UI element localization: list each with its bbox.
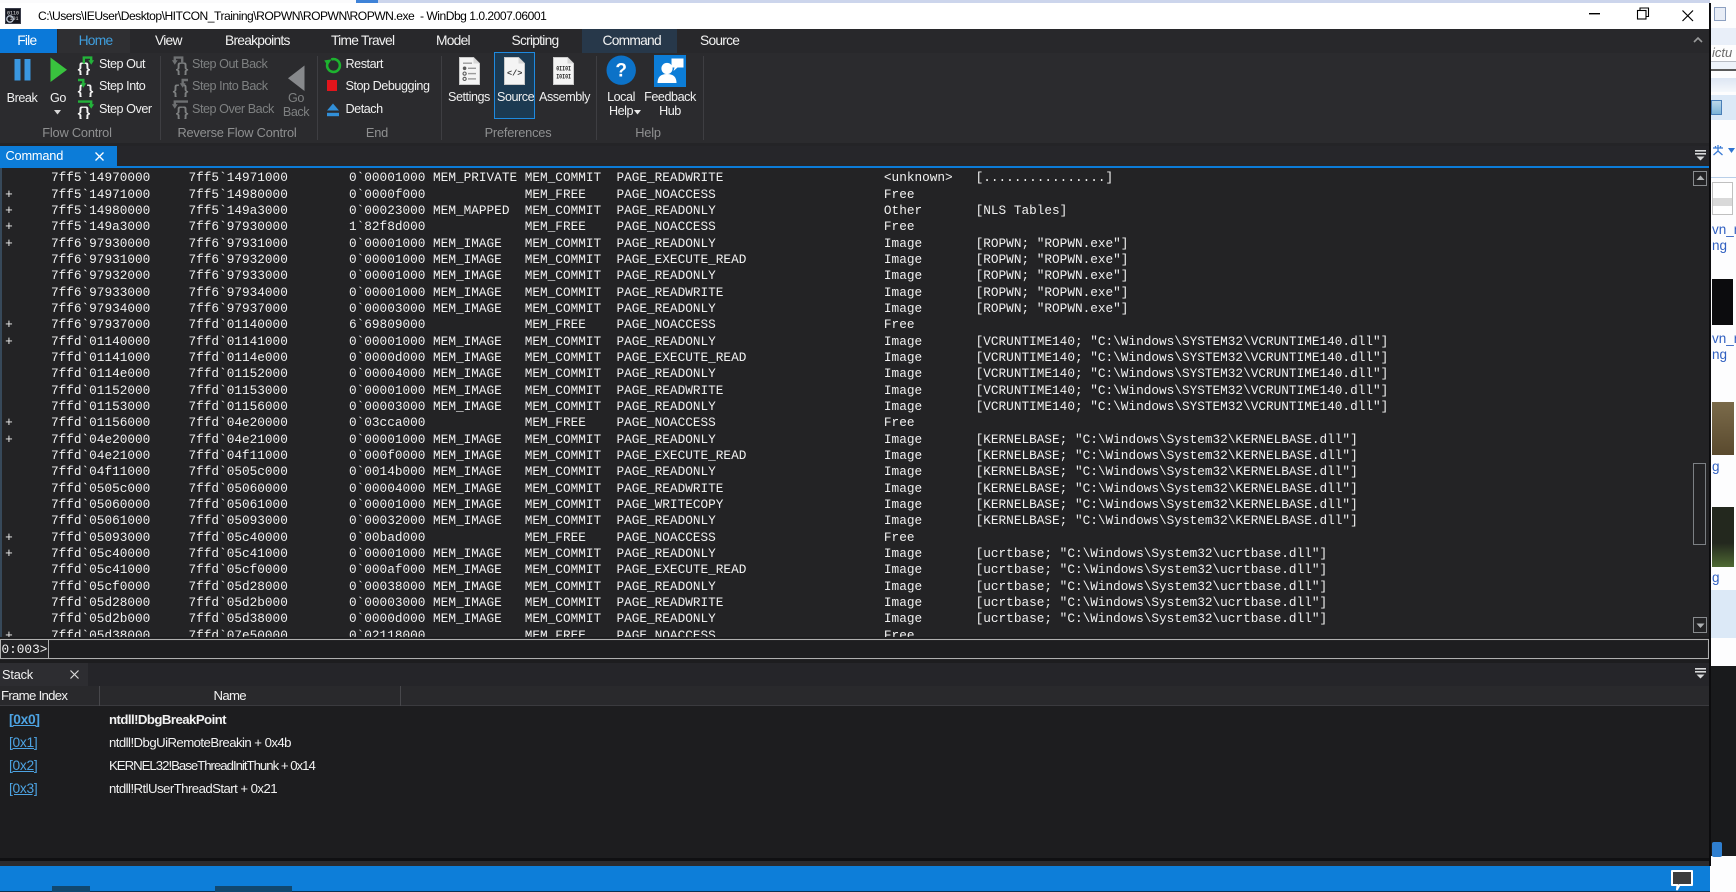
svg-text:</>: </> <box>507 69 522 79</box>
svg-text:}: } <box>83 62 92 75</box>
svg-text:0II0I: 0II0I <box>556 66 571 73</box>
svg-text:}: } <box>171 84 180 97</box>
svg-text:101: 101 <box>10 16 19 22</box>
svg-text:}: } <box>175 62 184 75</box>
svg-text:I0I0I: I0I0I <box>556 74 571 81</box>
svg-text:}: } <box>86 84 95 97</box>
svg-text:}: } <box>83 106 92 119</box>
svg-text:}: } <box>175 106 184 119</box>
svg-text:?: ? <box>615 61 627 82</box>
